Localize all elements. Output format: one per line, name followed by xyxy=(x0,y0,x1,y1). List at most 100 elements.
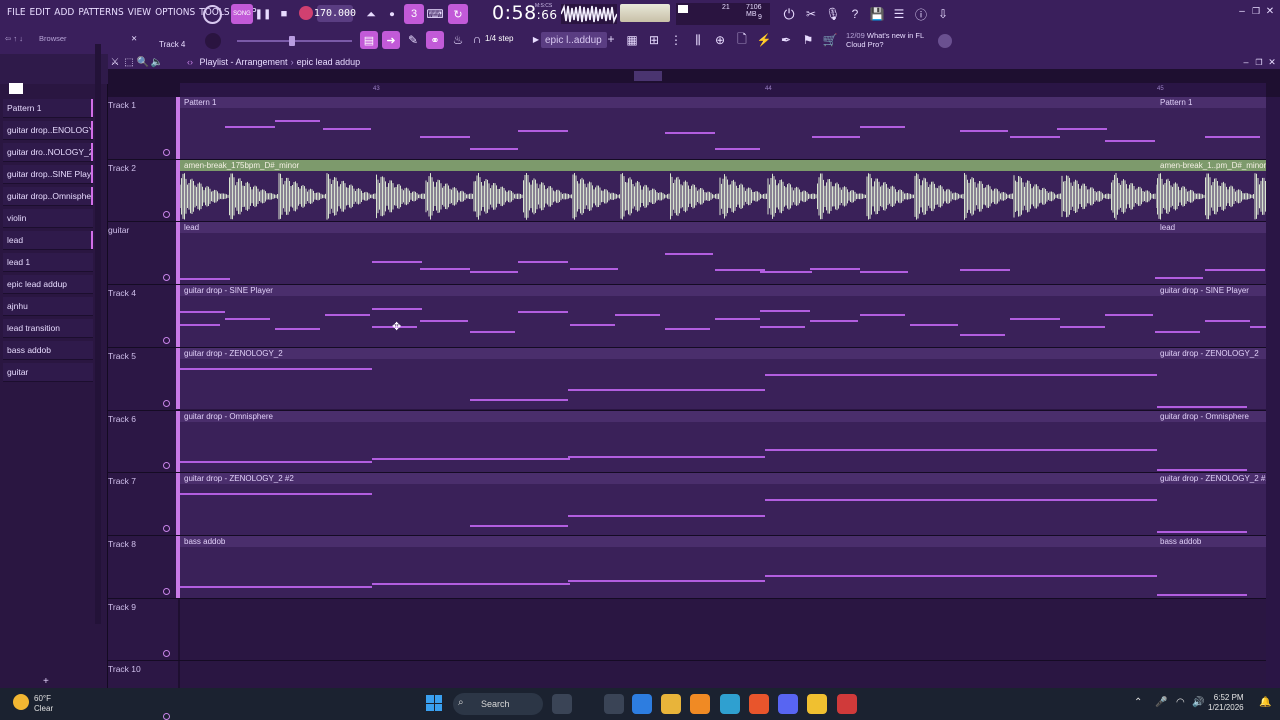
track-name[interactable]: Track 7 xyxy=(108,476,136,486)
record-icon[interactable] xyxy=(299,6,313,20)
step-edit-icon[interactable]: ⌨ xyxy=(426,5,444,23)
track-mute-icon[interactable] xyxy=(163,587,170,595)
pattern-arrow-icon[interactable]: ▶ xyxy=(531,33,541,45)
track-name[interactable]: Track 10 xyxy=(108,664,141,674)
menu-options[interactable]: OPTIONS xyxy=(153,7,197,18)
playlist-close-icon[interactable]: ✕ xyxy=(1266,57,1278,67)
mixer-view-icon[interactable]: ⫼ xyxy=(689,31,707,49)
countdown-icon[interactable]: 3 xyxy=(404,4,424,24)
playlist-view-icon[interactable]: ▤ xyxy=(360,31,378,49)
stamp-icon[interactable]: ♨ xyxy=(449,31,467,49)
track-color-bar[interactable] xyxy=(176,473,180,535)
track-name[interactable]: Track 2 xyxy=(108,163,136,173)
taskbar-search[interactable]: ⌕ Search xyxy=(453,693,543,715)
pattern-item[interactable]: guitar drop..ENOLOGY_2 xyxy=(3,121,93,140)
metronome-icon[interactable]: ⏶ xyxy=(362,5,380,23)
tray-mic-icon[interactable]: 🎤 xyxy=(1155,697,1167,708)
discord-icon[interactable] xyxy=(778,694,798,714)
pattern-item[interactable]: epic lead addup xyxy=(3,275,93,294)
fl-studio-taskbar-icon[interactable] xyxy=(690,694,710,714)
store-icon[interactable] xyxy=(661,694,681,714)
track-name[interactable]: Track 4 xyxy=(108,288,136,298)
firefox-icon[interactable] xyxy=(749,694,769,714)
pattern-clip[interactable]: guitar drop - Omnisphere xyxy=(180,410,1156,473)
pattern-item[interactable]: guitar xyxy=(3,363,93,382)
pattern-item[interactable]: lead 1 xyxy=(3,253,93,272)
info-icon[interactable]: ⓘ xyxy=(912,5,930,23)
pattern-clip[interactable]: guitar drop - SINE Player xyxy=(1156,285,1266,347)
tools-icon[interactable]: ✂ xyxy=(802,5,820,23)
plugin-icon[interactable]: ⊕ xyxy=(711,31,729,49)
pause-icon[interactable]: ❚❚ xyxy=(255,7,272,21)
news-panel[interactable]: 12/09 What's new in FL Cloud Pro? xyxy=(846,31,924,49)
wifi-icon[interactable]: ◠ xyxy=(1176,697,1185,708)
pattern-item[interactable]: guitar drop..SINE Player xyxy=(3,165,93,184)
track-name[interactable]: Track 6 xyxy=(108,414,136,424)
snap-selector[interactable]: 1/4 step xyxy=(485,34,513,43)
file-icon[interactable]: 🗋 xyxy=(733,31,751,49)
browser-back-icon[interactable]: ⇦ ↑ ↓ xyxy=(5,34,23,43)
pattern-clip[interactable]: Pattern 1 xyxy=(1156,97,1266,159)
loop-record-icon[interactable]: ↻ xyxy=(448,4,468,24)
cart-icon[interactable]: 🛒 xyxy=(821,31,839,49)
track-mute-icon[interactable] xyxy=(163,148,170,156)
notification-icon[interactable]: 🔔 xyxy=(1259,697,1271,708)
track-color-bar[interactable] xyxy=(176,222,180,285)
playlist-arrow-icon[interactable]: ‹› xyxy=(187,57,193,67)
mixer-icon[interactable]: ☰ xyxy=(890,5,908,23)
windows-start-icon[interactable] xyxy=(426,695,442,711)
track-mute-icon[interactable] xyxy=(163,713,170,720)
power-icon[interactable]: ⏻ xyxy=(780,5,798,23)
minimize-icon[interactable]: – xyxy=(1236,5,1248,17)
playlist-canvas[interactable]: Pattern 1 Pattern 1 amen-break_175bpm_D#_m… xyxy=(180,97,1266,688)
menu-view[interactable]: VIEW xyxy=(126,7,153,18)
track-name[interactable]: Track 1 xyxy=(108,100,136,110)
track-color-bar[interactable] xyxy=(176,535,180,598)
track-color-bar[interactable] xyxy=(176,285,180,347)
piano-roll-icon[interactable]: ⊞ xyxy=(645,31,663,49)
save-icon[interactable]: 💾 xyxy=(868,5,886,23)
track-color-bar[interactable] xyxy=(176,410,180,473)
close-browser-icon[interactable]: ✕ xyxy=(131,34,137,43)
edge-icon[interactable] xyxy=(720,694,740,714)
pattern-item[interactable]: Pattern 1 xyxy=(3,99,93,118)
copilot-icon[interactable] xyxy=(632,694,652,714)
pattern-clip[interactable]: lead xyxy=(1156,222,1266,285)
pattern-clip[interactable]: guitar drop - ZENOLOGY_2 #2 xyxy=(180,473,1156,535)
close-icon[interactable]: ✕ xyxy=(1264,5,1276,17)
pen-icon[interactable]: ✒ xyxy=(777,31,795,49)
pattern-clip[interactable]: bass addob xyxy=(180,535,1156,598)
menu-add[interactable]: ADD xyxy=(52,7,76,18)
tempo-display[interactable]: 170.000 xyxy=(314,5,356,22)
master-volume[interactable] xyxy=(620,4,670,22)
piano-icon[interactable] xyxy=(9,83,23,94)
pattern-item[interactable]: ajnhu xyxy=(3,297,93,316)
help-icon[interactable]: ? xyxy=(846,5,864,23)
audio-clip[interactable]: amen-break_175bpm_D#_minor xyxy=(180,159,1156,222)
add-pattern-icon[interactable]: + xyxy=(606,32,616,46)
wait-input-icon[interactable]: ⏺ xyxy=(383,5,401,23)
task-view-icon[interactable] xyxy=(604,694,624,714)
tempo-knob-icon[interactable] xyxy=(203,5,222,24)
magnet-icon[interactable]: ∩ xyxy=(471,32,483,46)
pattern-clip[interactable]: guitar drop - ZENOLOGY_2 xyxy=(180,347,1156,410)
maximize-icon[interactable]: ❐ xyxy=(1250,5,1262,17)
track-mute-icon[interactable] xyxy=(163,524,170,532)
chrome-icon[interactable] xyxy=(837,694,857,714)
brush-icon[interactable]: ✎ xyxy=(404,31,422,49)
add-pattern-button[interactable]: + xyxy=(43,676,49,687)
track-mute-icon[interactable] xyxy=(163,399,170,407)
taskbar-clock[interactable]: 6:52 PM 1/21/2026 xyxy=(1208,693,1244,713)
channel-knob-icon[interactable] xyxy=(205,33,221,49)
pattern-list-scrollbar[interactable] xyxy=(95,44,101,624)
track-name[interactable]: guitar xyxy=(108,225,129,235)
zoom-tool-icon[interactable]: 🔍 xyxy=(137,56,149,68)
track-color-bar[interactable] xyxy=(176,97,180,159)
track-name[interactable]: Track 5 xyxy=(108,351,136,361)
weather-icon[interactable] xyxy=(13,694,29,710)
pattern-clip[interactable]: guitar drop - ZENOLOGY_2 xyxy=(1156,347,1266,410)
select-tool-icon[interactable]: ⬚ xyxy=(123,56,135,68)
menu-file[interactable]: FILE xyxy=(5,7,28,18)
volume-icon[interactable]: 🔊 xyxy=(1192,697,1204,708)
stop-icon[interactable]: ■ xyxy=(278,7,290,21)
